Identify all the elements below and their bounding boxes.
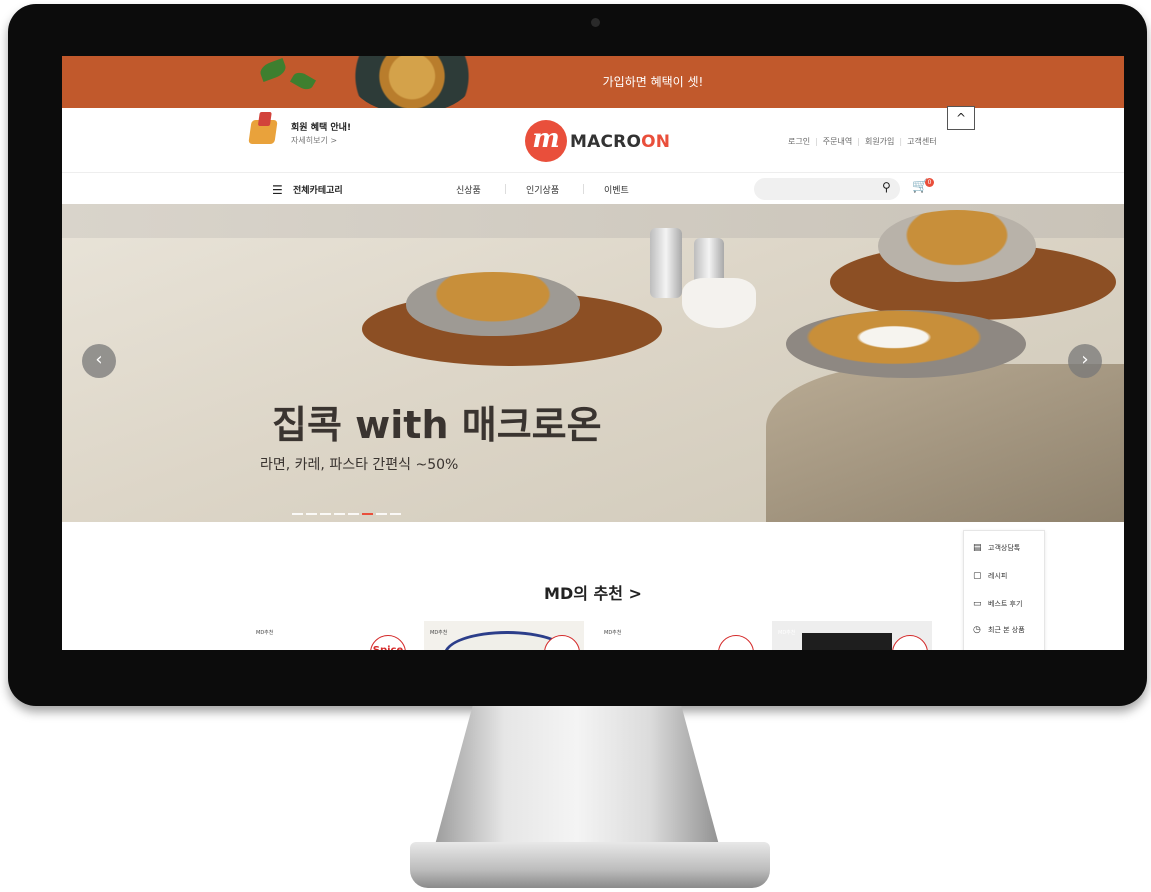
chat-icon: ▤ <box>973 543 982 553</box>
quick-menu-panel: ▤ 고객상담톡 ▢ 레시피 ▭ 베스트 후기 ◷ 최근 본 상품 <box>963 530 1045 650</box>
search-icon[interactable]: ⚲ <box>882 180 891 194</box>
quick-item-label: 베스트 후기 <box>988 600 1023 608</box>
monitor-base <box>410 842 770 888</box>
slide-dot[interactable] <box>348 513 359 515</box>
main-nav: ☰ 전체카테고리 신상품 인기상품 이벤트 ⚲ 🛒 0 <box>62 172 1124 206</box>
clock-icon: ◷ <box>973 625 981 635</box>
quick-item-label: 최근 본 상품 <box>988 626 1025 634</box>
benefit-more-link[interactable]: 자세히보기 > <box>291 135 337 146</box>
promo-banner[interactable]: 가입하면 혜택이 셋! <box>62 56 1124 114</box>
recipe-icon: ▢ <box>973 571 982 581</box>
hamburger-icon[interactable]: ☰ <box>272 183 283 197</box>
product-card[interactable]: MD추천 <box>772 621 932 650</box>
benefit-title[interactable]: 회원 혜택 안내! <box>291 120 351 133</box>
md-pick-tag: MD추천 <box>778 630 796 636</box>
logo-text[interactable]: MACROON <box>570 132 670 152</box>
divider: | <box>815 137 818 146</box>
slide-indicator <box>292 500 404 519</box>
slide-dot[interactable] <box>376 513 387 515</box>
product-card[interactable]: MD추천 <box>424 621 584 650</box>
browser-screen: 가입하면 혜택이 셋! 회원 혜택 안내! 자세히보기 > m MACROON … <box>62 56 1124 650</box>
logo-icon[interactable]: m <box>525 120 567 162</box>
curry-bowl-image <box>878 210 1036 282</box>
utility-links: 로그인 | 주문내역 | 회원가입 | 고객센터 <box>788 136 937 147</box>
review-icon: ▭ <box>973 599 982 609</box>
support-link[interactable]: 고객센터 <box>907 137 936 146</box>
slide-dot[interactable] <box>292 513 303 515</box>
next-slide-button[interactable]: › <box>1068 344 1102 378</box>
quick-review-link[interactable]: ▭ 베스트 후기 <box>973 599 1022 609</box>
linen-napkin-image <box>766 364 1124 522</box>
md-pick-tag: MD추천 <box>256 630 274 636</box>
brand-logo <box>718 635 754 650</box>
chevron-up-icon: ^ <box>955 111 967 125</box>
divider: | <box>857 137 860 146</box>
slide-dot[interactable] <box>306 513 317 515</box>
cart-count-badge: 0 <box>925 178 934 187</box>
divider <box>505 184 506 194</box>
slide-dot-active[interactable] <box>362 513 373 515</box>
logo-main: MACRO <box>570 132 642 152</box>
chevron-left-icon: ‹ <box>95 349 103 370</box>
side-dish-bowl-image <box>682 278 756 328</box>
camera-dot <box>591 18 600 27</box>
divider <box>583 184 584 194</box>
quick-item-label: 레시피 <box>988 572 1008 580</box>
hero-subtitle: 라면, 카레, 파스타 간편식 ~50% <box>260 457 459 473</box>
hero-title: 집콕 with 매크로온 <box>272 403 602 447</box>
prev-slide-button[interactable]: ‹ <box>82 344 116 378</box>
quick-chat-link[interactable]: ▤ 고객상담톡 <box>973 543 1020 553</box>
slide-dot[interactable] <box>334 513 345 515</box>
curry-rice-bowl-image <box>786 310 1026 378</box>
product-card[interactable]: MD추천 Spice <box>250 621 410 650</box>
search-input[interactable] <box>754 178 900 200</box>
slide-dot[interactable] <box>320 513 331 515</box>
product-card[interactable]: MD추천 <box>598 621 758 650</box>
nav-popular-products[interactable]: 인기상품 <box>526 183 559 196</box>
scroll-top-button[interactable]: ^ <box>947 106 975 130</box>
signup-link[interactable]: 회원가입 <box>865 137 894 146</box>
salt-shaker-image <box>650 228 682 298</box>
nav-events[interactable]: 이벤트 <box>604 183 629 196</box>
nav-new-products[interactable]: 신상품 <box>456 183 481 196</box>
all-categories-button[interactable]: 전체카테고리 <box>293 183 343 196</box>
slide-dot[interactable] <box>390 513 401 515</box>
md-pick-tag: MD추천 <box>604 630 622 636</box>
monitor-stand <box>432 706 722 856</box>
promo-text: 가입하면 혜택이 셋! <box>602 75 704 89</box>
quick-recipe-link[interactable]: ▢ 레시피 <box>973 571 1007 581</box>
hero-banner[interactable]: 집콕 with 매크로온 라면, 카레, 파스타 간편식 ~50% ‹ › <box>62 204 1124 522</box>
quick-item-label: 고객상담톡 <box>988 544 1021 552</box>
product-image <box>802 633 892 650</box>
quick-recent-link[interactable]: ◷ 최근 본 상품 <box>973 625 1025 635</box>
orders-link[interactable]: 주문내역 <box>823 137 852 146</box>
brand-logo <box>892 635 928 650</box>
divider: | <box>899 137 903 146</box>
logo-accent: ON <box>641 132 671 152</box>
brand-logo: Spice <box>370 635 406 650</box>
login-link[interactable]: 로그인 <box>788 137 810 146</box>
gift-icon <box>248 120 278 144</box>
md-pick-tag: MD추천 <box>430 630 448 636</box>
curry-bowl-image <box>406 272 580 336</box>
chevron-right-icon: › <box>1081 349 1089 370</box>
